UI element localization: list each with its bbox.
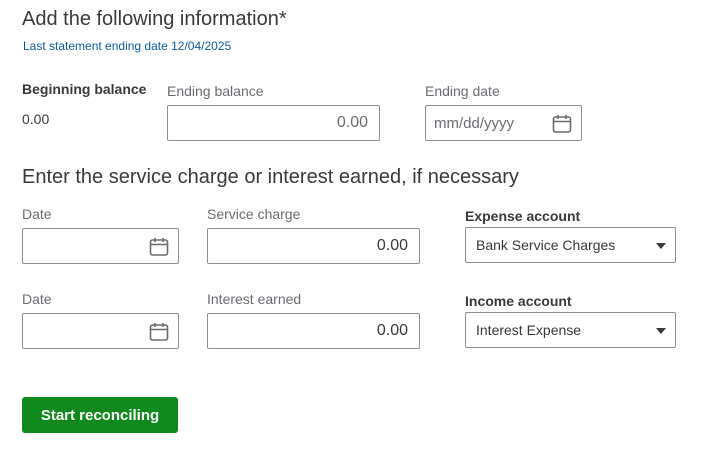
calendar-icon[interactable] xyxy=(149,322,169,342)
ending-balance-label: Ending balance xyxy=(167,83,264,99)
ending-date-input[interactable]: mm/dd/yyyy xyxy=(425,105,582,141)
service-charge-label: Service charge xyxy=(207,206,301,222)
service-date-input[interactable] xyxy=(22,228,179,264)
page-title: Add the following information* xyxy=(22,8,287,30)
service-section-title: Enter the service charge or interest ear… xyxy=(22,166,519,188)
ending-balance-input[interactable]: 0.00 xyxy=(167,105,380,141)
chevron-down-icon[interactable] xyxy=(656,243,666,249)
start-reconciling-button[interactable]: Start reconciling xyxy=(22,397,178,433)
expense-account-select[interactable]: Bank Service Charges xyxy=(465,227,676,263)
income-account-label: Income account xyxy=(465,293,572,309)
interest-earned-input[interactable]: 0.00 xyxy=(207,313,420,349)
service-charge-value: 0.00 xyxy=(376,237,408,254)
ending-date-label: Ending date xyxy=(425,83,500,99)
service-date-label: Date xyxy=(22,206,52,222)
chevron-down-icon[interactable] xyxy=(656,328,666,334)
expense-account-label: Expense account xyxy=(465,208,581,224)
ending-date-placeholder: mm/dd/yyyy xyxy=(434,114,515,132)
calendar-icon[interactable] xyxy=(149,237,169,257)
beginning-balance-label: Beginning balance xyxy=(22,81,147,97)
interest-earned-value: 0.00 xyxy=(376,322,408,339)
expense-account-value: Bank Service Charges xyxy=(476,237,616,253)
beginning-balance-value: 0.00 xyxy=(22,111,50,127)
interest-date-input[interactable] xyxy=(22,313,179,349)
interest-earned-label: Interest earned xyxy=(207,291,302,307)
calendar-icon[interactable] xyxy=(552,114,572,134)
last-statement-date: Last statement ending date 12/04/2025 xyxy=(23,39,232,53)
income-account-value: Interest Expense xyxy=(476,322,582,338)
income-account-select[interactable]: Interest Expense xyxy=(465,312,676,348)
interest-date-label: Date xyxy=(22,291,52,307)
ending-balance-value: 0.00 xyxy=(336,114,368,131)
service-charge-input[interactable]: 0.00 xyxy=(207,228,420,264)
